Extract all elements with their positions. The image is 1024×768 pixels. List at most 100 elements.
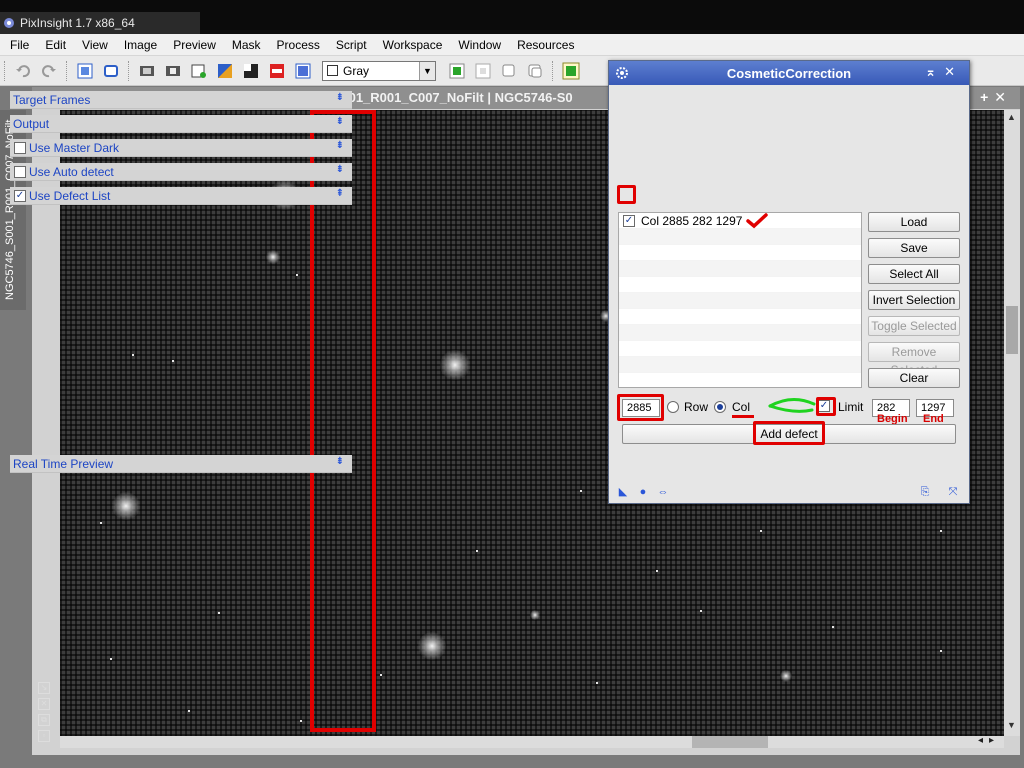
expand-icon[interactable]: ⇟	[336, 164, 344, 175]
menu-file[interactable]: File	[0, 34, 37, 56]
section-real-time-preview[interactable]: Real Time Preview ⇟	[10, 455, 352, 473]
row-radio[interactable]	[667, 401, 679, 413]
star-speck	[476, 550, 478, 552]
defect-item-label: Col 2885 282 1297	[641, 213, 743, 228]
show-mask-button[interactable]	[163, 61, 183, 81]
dialog-title-bar[interactable]: CosmeticCorrection ⌅✕	[609, 61, 969, 85]
star-speck	[832, 626, 834, 628]
annotation-limit-highlight	[816, 397, 836, 416]
menu-image[interactable]: Image	[116, 34, 165, 56]
menu-window[interactable]: Window	[450, 34, 509, 56]
list-item-empty	[619, 293, 861, 309]
use-master-dark-checkbox[interactable]	[14, 141, 26, 154]
select-all-button[interactable]: Select All	[868, 264, 960, 284]
menu-process[interactable]: Process	[269, 34, 328, 56]
zoom-out-button[interactable]	[473, 61, 493, 81]
mask-tool-button[interactable]	[137, 61, 157, 81]
horizontal-scrollbar[interactable]: ◂▸	[60, 735, 1004, 748]
pan-mode-button[interactable]	[561, 61, 581, 81]
redo-button[interactable]	[39, 61, 59, 81]
star-speck	[132, 354, 134, 356]
menu-script[interactable]: Script	[328, 34, 375, 56]
menu-resources[interactable]: Resources	[509, 34, 582, 56]
save-button[interactable]: Save	[868, 238, 960, 258]
invert-selection-button[interactable]: Invert Selection	[868, 290, 960, 310]
colorspace-value: Gray	[343, 63, 370, 78]
section-use-defect-list[interactable]: ✓ Use Defect List ⇞	[10, 187, 352, 205]
grayscale-icon	[244, 63, 258, 78]
expand-icon[interactable]: ⇟	[336, 456, 344, 467]
app-title: PixInsight 1.7 x86_64	[20, 16, 135, 30]
menu-view[interactable]: View	[74, 34, 116, 56]
defect-list[interactable]: ✓ Col 2885 282 1297	[618, 212, 862, 388]
toggle-selected-button[interactable]: Toggle Selected	[868, 316, 960, 336]
colors-button[interactable]	[215, 61, 235, 81]
star	[418, 632, 446, 660]
zoom-in-button[interactable]	[447, 61, 467, 81]
dialog-footer: ◣ ● ⇔ ⎘ ⤧	[610, 482, 968, 502]
list-item[interactable]: ✓ Col 2885 282 1297	[619, 212, 861, 229]
star-speck	[172, 360, 174, 362]
scroll-up-icon[interactable]: ▲	[1007, 112, 1016, 122]
dialog-title: CosmeticCorrection	[726, 65, 852, 81]
collapse-icon[interactable]: ⇞	[336, 188, 344, 199]
use-defect-list-checkbox[interactable]: ✓	[14, 189, 26, 202]
gray-button[interactable]	[241, 61, 261, 81]
vertical-scroll-thumb[interactable]	[1006, 306, 1018, 354]
scroll-left-right-icon[interactable]: ◂▸	[978, 735, 1000, 746]
app-title-strip: PixInsight 1.7 x86_64	[0, 12, 200, 34]
colorspace-select[interactable]: Gray ▼	[322, 60, 436, 81]
expand-icon[interactable]: ⇟	[336, 116, 344, 127]
load-button[interactable]: Load	[868, 212, 960, 232]
star	[440, 350, 470, 380]
horizontal-scroll-thumb[interactable]	[692, 736, 768, 748]
col-radio[interactable]	[714, 401, 726, 413]
new-instance-icon[interactable]: ◣	[616, 485, 630, 499]
statistics-button[interactable]	[75, 61, 95, 81]
menu-preview[interactable]: Preview	[165, 34, 224, 56]
remove-selected-button[interactable]: Remove Selected	[868, 342, 960, 377]
star-speck	[380, 674, 382, 676]
new-preview-button[interactable]	[189, 61, 209, 81]
menu-workspace[interactable]: Workspace	[375, 34, 451, 56]
section-use-auto-detect[interactable]: Use Auto detect ⇟	[10, 163, 352, 181]
browse-documentation-icon[interactable]: ⎘	[918, 485, 932, 499]
side-tool-square-icon[interactable]: ▫	[38, 730, 50, 742]
dropdown-arrow-icon[interactable]: ▼	[419, 61, 435, 80]
dialog-window-controls[interactable]: ⌅✕	[925, 64, 963, 80]
use-auto-detect-checkbox[interactable]	[14, 165, 26, 178]
image-side-tools: ↘ ✕ ⧉ ▫	[38, 682, 52, 746]
readout-button[interactable]	[267, 61, 287, 81]
gray-swatch-icon	[327, 65, 338, 76]
apply-global-icon[interactable]: ●	[636, 485, 650, 499]
windows-button[interactable]	[101, 61, 121, 81]
image-window-controls[interactable]: +✕	[980, 89, 1012, 106]
side-tool-arrow-icon[interactable]: ↘	[38, 682, 50, 694]
menu-edit[interactable]: Edit	[37, 34, 74, 56]
side-tool-copy-icon[interactable]: ⧉	[38, 714, 50, 726]
toolbar-separator	[552, 60, 558, 81]
star-speck	[656, 570, 658, 572]
vertical-scrollbar[interactable]: ▲ ▼	[1004, 110, 1020, 736]
defect-item-checkbox[interactable]: ✓	[623, 214, 635, 227]
mask-icon	[140, 65, 154, 76]
zoom-fit-button[interactable]	[499, 61, 519, 81]
side-tool-cross-icon[interactable]: ✕	[38, 698, 50, 710]
section-label: Target Frames	[13, 92, 91, 107]
expand-icon[interactable]: ⇟	[336, 140, 344, 151]
clear-button[interactable]: Clear	[868, 368, 960, 388]
section-label: Use Defect List	[29, 188, 111, 203]
toolbar-separator	[66, 60, 72, 81]
undo-button[interactable]	[13, 61, 33, 81]
section-target-frames[interactable]: Target Frames ⇟	[10, 91, 352, 109]
section-output[interactable]: Output ⇟	[10, 115, 352, 133]
section-use-master-dark[interactable]: Use Master Dark ⇟	[10, 139, 352, 157]
reset-parameters-icon[interactable]: ⤧	[946, 485, 960, 499]
zoom-1-1-button[interactable]	[525, 61, 545, 81]
expand-icon[interactable]: ⇟	[336, 92, 344, 103]
menu-mask[interactable]: Mask	[224, 34, 269, 56]
scroll-down-icon[interactable]: ▼	[1007, 720, 1016, 730]
stf-button[interactable]	[293, 61, 313, 81]
reset-icon[interactable]: ⇔	[656, 485, 670, 499]
statistics-icon	[77, 63, 93, 78]
